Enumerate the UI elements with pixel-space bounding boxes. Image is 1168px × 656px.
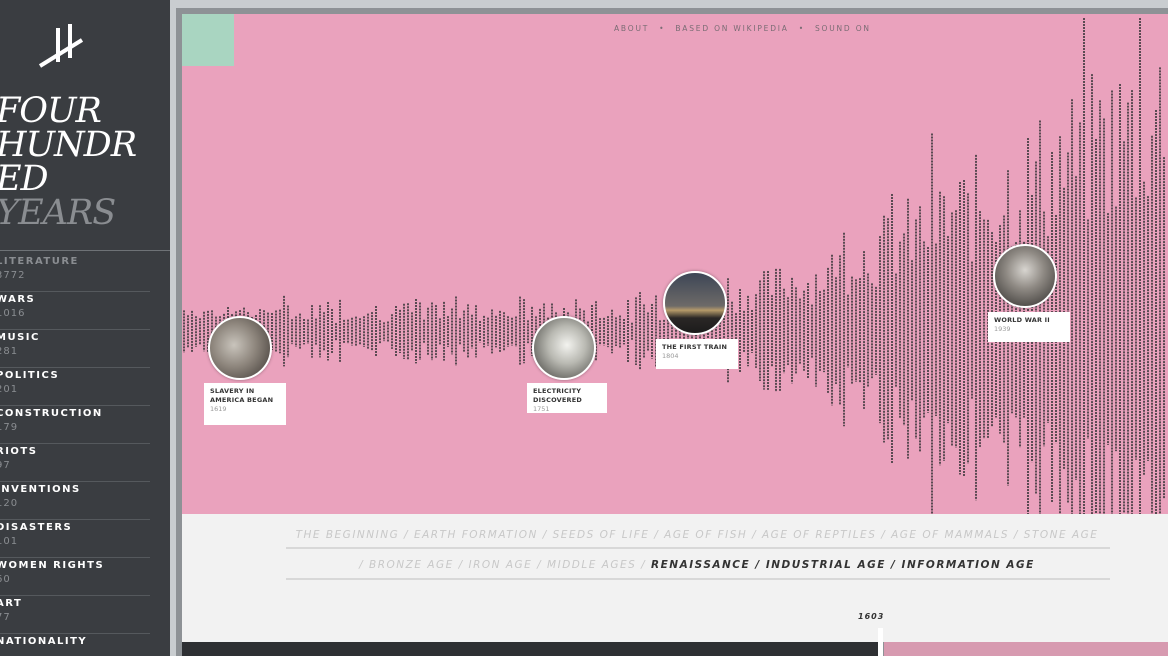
category-name: LITERATURE bbox=[0, 256, 79, 267]
category-name: RIOTS bbox=[0, 446, 38, 457]
era-the-beginning[interactable]: THE BEGINNING bbox=[296, 529, 400, 541]
era-separator: / bbox=[750, 559, 766, 571]
category-name: CONSTRUCTION bbox=[0, 408, 103, 419]
era-stone-age[interactable]: STONE AGE bbox=[1024, 529, 1099, 541]
category-name: POLITICS bbox=[0, 370, 60, 381]
event-photo[interactable] bbox=[532, 316, 596, 380]
event-year: 1619 bbox=[210, 405, 227, 413]
category-wars[interactable]: WARS 1016 bbox=[0, 292, 150, 330]
category-count: 281 bbox=[0, 346, 19, 357]
divider bbox=[286, 547, 1110, 549]
category-name: DISASTERS bbox=[0, 522, 73, 533]
event-year: 1939 bbox=[994, 325, 1011, 333]
era-separator: / bbox=[885, 559, 902, 571]
nav-about[interactable]: ABOUT bbox=[614, 24, 649, 33]
category-count: 97 bbox=[0, 460, 11, 471]
timeline-future[interactable] bbox=[884, 642, 1168, 656]
category-name: WARS bbox=[0, 294, 36, 305]
category-name: MUSIC bbox=[0, 332, 40, 343]
category-list: LITERATURE 3772 WARS 1016 MUSIC 281 POLITIC… bbox=[0, 254, 150, 656]
event-year: 1751 bbox=[533, 405, 550, 413]
event-card[interactable]: WORLD WAR II 1939 bbox=[988, 312, 1070, 342]
era-separator: / bbox=[876, 529, 892, 541]
era-separator: / bbox=[359, 559, 370, 571]
category-music[interactable]: MUSIC 281 bbox=[0, 330, 150, 368]
category-count: 201 bbox=[0, 384, 19, 395]
era-age-of-fish[interactable]: AGE OF FISH bbox=[664, 529, 747, 541]
category-name: ART bbox=[0, 598, 23, 609]
category-construction[interactable]: CONSTRUCTION 179 bbox=[0, 406, 150, 444]
category-count: 101 bbox=[0, 536, 19, 547]
category-riots[interactable]: RIOTS 97 bbox=[0, 444, 150, 482]
event-year: 1804 bbox=[662, 352, 679, 360]
era-separator: / bbox=[1009, 529, 1024, 541]
era-row: THE BEGINNING / EARTH FORMATION / SEEDS … bbox=[286, 529, 1108, 541]
visualization-panel: SLAVERY IN AMERICA BEGAN 1619 ELECTRICIT… bbox=[182, 14, 1168, 514]
era-separator: / bbox=[747, 529, 762, 541]
category-count: 77 bbox=[0, 612, 11, 623]
category-disasters[interactable]: DISASTERS 101 bbox=[0, 520, 150, 558]
category-count: 120 bbox=[0, 498, 19, 509]
category-count: 3772 bbox=[0, 270, 26, 281]
era-information-age[interactable]: INFORMATION AGE bbox=[902, 559, 1035, 571]
sidebar: FOUR HUNDR ED YEARS LITERATURE 3772 WARS 1… bbox=[0, 0, 170, 656]
category-literature[interactable]: LITERATURE 3772 bbox=[0, 254, 150, 292]
era-industrial-age[interactable]: INDUSTRIAL AGE bbox=[766, 559, 886, 571]
category-count: 179 bbox=[0, 422, 19, 433]
site-title-line: ED bbox=[0, 159, 49, 199]
event-label: THE FIRST TRAIN bbox=[662, 343, 728, 351]
nav-based-on-wikipedia[interactable]: BASED ON WIKIPEDIA bbox=[675, 24, 788, 33]
era-separator: / bbox=[532, 559, 548, 571]
divider bbox=[0, 250, 170, 251]
event-photo[interactable] bbox=[663, 271, 727, 335]
timeline-handle[interactable] bbox=[878, 628, 883, 656]
era-separator: / bbox=[453, 559, 469, 571]
top-nav: ABOUT • BASED ON WIKIPEDIA • SOUND ON bbox=[614, 24, 871, 33]
divider bbox=[286, 578, 1110, 580]
category-art[interactable]: ART 77 bbox=[0, 596, 150, 634]
timeline-past[interactable] bbox=[182, 642, 878, 656]
event-label: ELECTRICITY DISCOVERED bbox=[533, 387, 582, 404]
event-card[interactable]: SLAVERY IN AMERICA BEGAN 1619 bbox=[204, 383, 286, 425]
category-nationality[interactable]: NATIONALITY bbox=[0, 634, 150, 656]
category-name: WOMEN RIGHTS bbox=[0, 560, 105, 571]
site-title-line: HUNDR bbox=[0, 125, 137, 165]
era-row: / BRONZE AGE / IRON AGE / MIDDLE AGES / … bbox=[286, 559, 1108, 571]
event-photo[interactable] bbox=[208, 316, 272, 380]
logo-icon[interactable] bbox=[36, 22, 86, 72]
site-title: FOUR HUNDR ED YEARS bbox=[0, 91, 166, 233]
era-middle-ages[interactable]: MIDDLE AGES bbox=[547, 559, 636, 571]
event-label: WORLD WAR II bbox=[994, 316, 1050, 324]
nav-separator: • bbox=[659, 24, 666, 33]
era-bronze-age[interactable]: BRONZE AGE bbox=[369, 559, 454, 571]
nav-sound-toggle[interactable]: SOUND ON bbox=[815, 24, 871, 33]
event-label: SLAVERY IN AMERICA BEGAN bbox=[210, 387, 274, 404]
era-renaissance[interactable]: RENAISSANCE bbox=[651, 559, 750, 571]
site-title-line: FOUR bbox=[0, 91, 102, 131]
era-earth-formation[interactable]: EARTH FORMATION bbox=[414, 529, 538, 541]
era-age-of-mammals[interactable]: AGE OF MAMMALS bbox=[891, 529, 1009, 541]
event-card[interactable]: THE FIRST TRAIN 1804 bbox=[656, 339, 738, 369]
category-name: INVENTIONS bbox=[0, 484, 81, 495]
category-name: NATIONALITY bbox=[0, 636, 88, 647]
category-women-rights[interactable]: WOMEN RIGHTS 60 bbox=[0, 558, 150, 596]
event-card[interactable]: ELECTRICITY DISCOVERED 1751 bbox=[527, 383, 607, 413]
category-politics[interactable]: POLITICS 201 bbox=[0, 368, 150, 406]
category-inventions[interactable]: INVENTIONS 120 bbox=[0, 482, 150, 520]
era-separator: / bbox=[537, 529, 553, 541]
era-separator: / bbox=[649, 529, 665, 541]
corner-accent bbox=[182, 14, 234, 66]
event-photo[interactable] bbox=[993, 244, 1057, 308]
era-separator: / bbox=[636, 559, 652, 571]
current-year: 1603 bbox=[858, 612, 885, 621]
era-separator: / bbox=[399, 529, 414, 541]
category-count: 1016 bbox=[0, 308, 26, 319]
era-iron-age[interactable]: IRON AGE bbox=[469, 559, 533, 571]
era-seeds-of-life[interactable]: SEEDS OF LIFE bbox=[553, 529, 650, 541]
category-count: 60 bbox=[0, 574, 11, 585]
era-age-of-reptiles[interactable]: AGE OF REPTILES bbox=[762, 529, 876, 541]
site-title-line: YEARS bbox=[0, 193, 116, 233]
nav-separator: • bbox=[798, 24, 805, 33]
